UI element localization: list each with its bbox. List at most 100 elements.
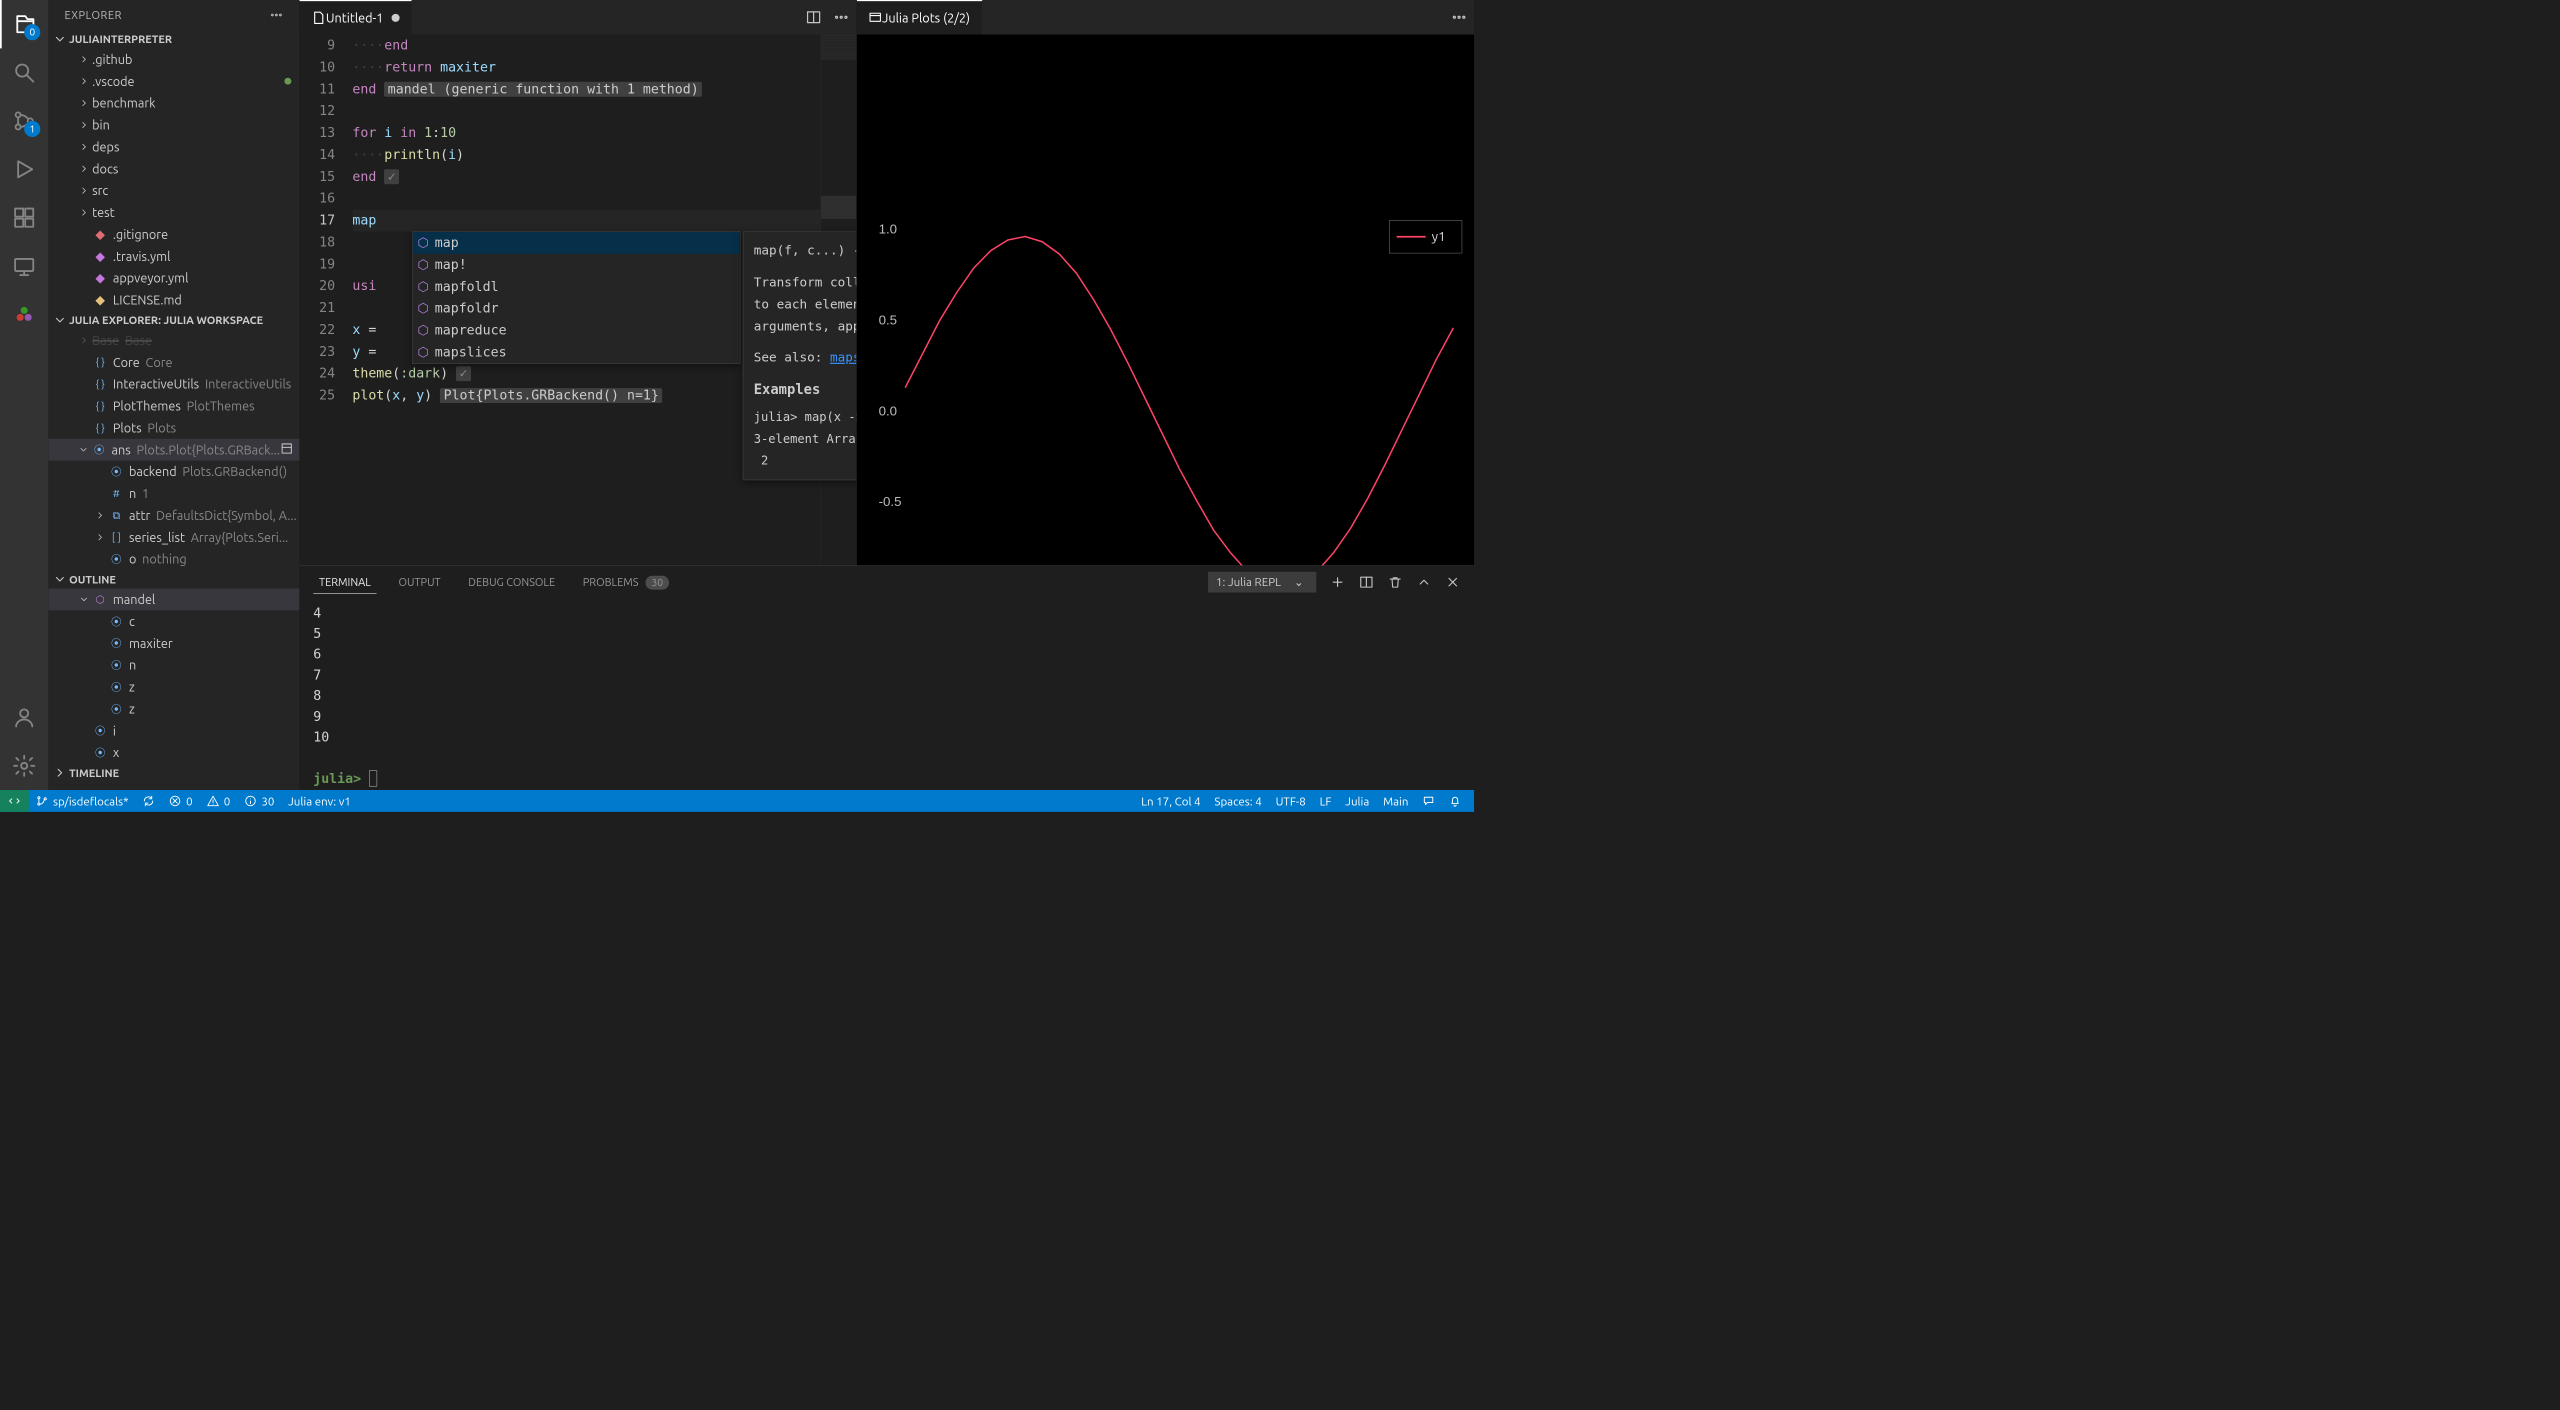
- maximize-panel-icon[interactable]: [1416, 575, 1431, 590]
- file-tree: .github.vscodebenchmarkbindepsdocssrctes…: [48, 48, 299, 311]
- autocomplete-item[interactable]: ⬡map: [413, 232, 740, 254]
- more-icon[interactable]: [1451, 9, 1467, 25]
- activity-extensions-icon[interactable]: [0, 193, 48, 241]
- status-encoding[interactable]: UTF-8: [1269, 794, 1313, 807]
- outline-header[interactable]: OUTLINE: [48, 570, 299, 588]
- status-errors[interactable]: 0: [162, 794, 200, 807]
- autocomplete-popup[interactable]: ⬡map⬡map!⬡mapfoldl⬡mapfoldr⬡mapreduce⬡ma…: [412, 231, 740, 363]
- status-language[interactable]: Julia: [1338, 794, 1376, 807]
- status-warnings[interactable]: 0: [200, 794, 238, 807]
- status-feedback-icon[interactable]: [1415, 794, 1441, 807]
- status-info[interactable]: 30: [237, 794, 281, 807]
- scm-badge: 1: [24, 121, 40, 137]
- activity-scm-icon[interactable]: 1: [0, 97, 48, 145]
- workspace-item[interactable]: { }PlotsPlots: [48, 417, 299, 439]
- file-tree-item[interactable]: benchmark: [48, 92, 299, 114]
- close-panel-icon[interactable]: [1445, 575, 1460, 590]
- activity-julia-icon[interactable]: [0, 290, 48, 338]
- chevron-down-icon: [53, 32, 67, 46]
- outline-item[interactable]: ⦿c: [48, 610, 299, 632]
- outline-item[interactable]: ⦿x: [48, 742, 299, 764]
- workspace-item[interactable]: { }PlotThemesPlotThemes: [48, 395, 299, 417]
- file-tree-item[interactable]: ◆appveyor.yml: [48, 267, 299, 289]
- file-tree-item[interactable]: bin: [48, 114, 299, 136]
- file-tree-item[interactable]: src: [48, 180, 299, 202]
- docs-body: Transform collection c by applying f to …: [754, 272, 856, 338]
- docs-examples-heading: Examples: [754, 378, 856, 400]
- outline-item[interactable]: ⦿z: [48, 676, 299, 698]
- status-julia-env[interactable]: Julia env: v1: [281, 794, 358, 807]
- explorer-badge: 0: [24, 24, 40, 40]
- outline-item[interactable]: ⬡mandel: [48, 588, 299, 610]
- editor-tabs: Untitled-1: [299, 0, 856, 35]
- status-eol[interactable]: LF: [1313, 794, 1339, 807]
- status-remote[interactable]: [0, 790, 29, 812]
- chevron-right-icon: [53, 766, 67, 780]
- panel-tab-problems[interactable]: PROBLEMS 30: [577, 571, 675, 593]
- workspace-item[interactable]: ⦿backendPlots.GRBackend(): [48, 461, 299, 483]
- file-tree-item[interactable]: .github: [48, 48, 299, 70]
- folder-header[interactable]: JULIAINTERPRETER: [48, 30, 299, 48]
- more-icon[interactable]: [833, 9, 849, 25]
- tab-julia-plots[interactable]: Julia Plots (2/2): [857, 0, 982, 35]
- status-sync[interactable]: [135, 795, 161, 808]
- file-tree-item[interactable]: docs: [48, 158, 299, 180]
- tab-untitled[interactable]: Untitled-1: [299, 0, 411, 35]
- panel-tab-debug-console[interactable]: DEBUG CONSOLE: [463, 571, 561, 593]
- documentation-popup: ✕ map(f, c...) -> collection Transform c…: [743, 231, 856, 480]
- file-tree-item[interactable]: .vscode: [48, 70, 299, 92]
- status-cursor-pos[interactable]: Ln 17, Col 4: [1134, 794, 1207, 807]
- workspace-item[interactable]: #n1: [48, 483, 299, 505]
- workspace-item[interactable]: [ ]series_listArray{Plots.Seri...: [48, 526, 299, 548]
- outline-item[interactable]: ⦿n: [48, 654, 299, 676]
- sidebar: EXPLORER JULIAINTERPRETER .github.vscode…: [48, 0, 299, 790]
- file-tree-item[interactable]: ◆LICENSE.md: [48, 289, 299, 311]
- more-icon[interactable]: [269, 8, 283, 22]
- timeline-header[interactable]: TIMELINE: [48, 764, 299, 782]
- workspace-item[interactable]: { }InteractiveUtilsInteractiveUtils: [48, 373, 299, 395]
- autocomplete-item[interactable]: ⬡mapfoldl: [413, 276, 740, 298]
- activity-debug-icon[interactable]: [0, 145, 48, 193]
- terminal-body[interactable]: 45678910julia>: [299, 598, 1474, 790]
- panel-tab-terminal[interactable]: TERMINAL: [313, 571, 376, 593]
- chevron-down-icon: [53, 313, 67, 327]
- workspace-item[interactable]: { }CoreCore: [48, 351, 299, 373]
- outline-item[interactable]: ⦿maxiter: [48, 632, 299, 654]
- outline-item[interactable]: ⦿z: [48, 698, 299, 720]
- code-editor[interactable]: 910111213141516171819202122232425 ····en…: [299, 35, 856, 566]
- status-indent[interactable]: Spaces: 4: [1208, 794, 1269, 807]
- activity-explorer-icon[interactable]: 0: [0, 0, 48, 48]
- file-tree-item[interactable]: ◆.travis.yml: [48, 245, 299, 267]
- activity-settings-icon[interactable]: [0, 742, 48, 790]
- status-bell-icon[interactable]: [1442, 794, 1468, 807]
- code-content[interactable]: ····end····return maxiterend mandel (gen…: [352, 35, 820, 566]
- status-julia-main[interactable]: Main: [1376, 794, 1415, 807]
- workspace-item[interactable]: ⦿onothing: [48, 548, 299, 570]
- status-branch[interactable]: sp/isdeflocals*: [29, 794, 136, 807]
- workspace-header[interactable]: JULIA EXPLORER: JULIA WORKSPACE: [48, 311, 299, 329]
- file-tree-item[interactable]: ◆.gitignore: [48, 223, 299, 245]
- activity-remote-icon[interactable]: [0, 242, 48, 290]
- split-terminal-icon[interactable]: [1359, 575, 1374, 590]
- autocomplete-item[interactable]: ⬡mapreduce: [413, 320, 740, 342]
- bottom-panel-full: TERMINAL OUTPUT DEBUG CONSOLE PROBLEMS 3…: [299, 565, 1474, 790]
- workspace-item[interactable]: ⧉attrDefaultsDict{Symbol, A...: [48, 504, 299, 526]
- autocomplete-item[interactable]: ⬡mapfoldr: [413, 298, 740, 320]
- file-tree-item[interactable]: deps: [48, 136, 299, 158]
- kill-terminal-icon[interactable]: [1388, 575, 1403, 590]
- file-tree-item[interactable]: test: [48, 202, 299, 224]
- activity-account-icon[interactable]: [0, 693, 48, 741]
- split-editor-icon[interactable]: [806, 9, 822, 25]
- panel-tabs: TERMINAL OUTPUT DEBUG CONSOLE PROBLEMS 3…: [299, 566, 1474, 598]
- autocomplete-item[interactable]: ⬡map!: [413, 254, 740, 276]
- autocomplete-item[interactable]: ⬡mapslices: [413, 341, 740, 363]
- workspace-item-hidden[interactable]: Base Base: [48, 329, 299, 351]
- preview-icon: [868, 11, 882, 25]
- panel-tab-output[interactable]: OUTPUT: [393, 571, 447, 593]
- workspace-item[interactable]: ⦿ansPlots.Plot{Plots.GRBack...: [48, 439, 299, 461]
- terminal-selector[interactable]: 1: Julia REPL ⌄: [1208, 572, 1316, 593]
- outline-item[interactable]: ⦿i: [48, 720, 299, 742]
- new-terminal-icon[interactable]: [1330, 575, 1345, 590]
- line-gutter: 910111213141516171819202122232425: [299, 35, 352, 566]
- activity-search-icon[interactable]: [0, 48, 48, 96]
